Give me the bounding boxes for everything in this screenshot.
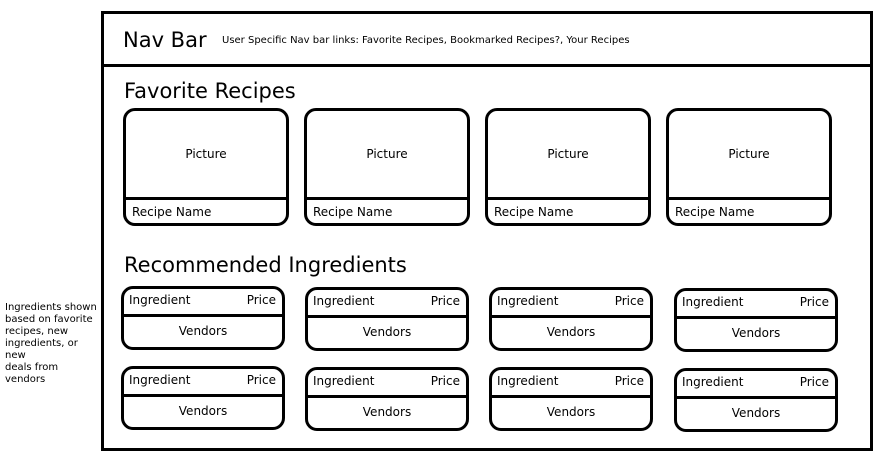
recipe-picture-label: Picture	[728, 147, 770, 161]
ingredient-vendors: Vendors	[731, 326, 781, 340]
ingredient-price: Price	[430, 374, 460, 388]
favorite-recipes-title: Favorite Recipes	[124, 79, 296, 103]
nav-bar: Nav Bar User Specific Nav bar links: Fav…	[104, 14, 870, 67]
ingredient-header: Ingredient Price	[677, 291, 835, 319]
ingredient-vendors: Vendors	[731, 406, 781, 420]
ingredient-price: Price	[246, 373, 276, 387]
recipe-name: Recipe Name	[494, 205, 574, 219]
recipe-card[interactable]: Picture Recipe Name	[666, 108, 832, 226]
ingredient-header: Ingredient Price	[308, 290, 466, 318]
ingredient-card[interactable]: Ingredient Price Vendors	[674, 368, 838, 432]
nav-bar-links-note: User Specific Nav bar links: Favorite Re…	[222, 35, 630, 46]
recipe-name: Recipe Name	[313, 205, 393, 219]
recipe-card[interactable]: Picture Recipe Name	[304, 108, 470, 226]
ingredient-vendors: Vendors	[178, 404, 228, 418]
ingredient-card[interactable]: Ingredient Price Vendors	[305, 367, 469, 431]
ingredient-name: Ingredient	[313, 374, 375, 388]
ingredient-header: Ingredient Price	[492, 290, 650, 318]
ingredient-card[interactable]: Ingredient Price Vendors	[121, 366, 285, 430]
ingredient-name: Ingredient	[129, 373, 191, 387]
ingredient-price: Price	[430, 294, 460, 308]
ingredient-price: Price	[799, 375, 829, 389]
ingredient-card[interactable]: Ingredient Price Vendors	[489, 367, 653, 431]
nav-bar-title: Nav Bar	[123, 28, 207, 52]
ingredient-price: Price	[799, 295, 829, 309]
ingredient-name: Ingredient	[313, 294, 375, 308]
ingredient-header: Ingredient Price	[492, 370, 650, 398]
recipe-picture-label: Picture	[185, 147, 227, 161]
recipe-picture: Picture	[669, 111, 829, 200]
ingredient-vendors: Vendors	[178, 324, 228, 338]
ingredient-vendors: Vendors	[362, 325, 412, 339]
ingredient-price: Price	[246, 293, 276, 307]
ingredient-price: Price	[614, 374, 644, 388]
ingredient-name: Ingredient	[497, 374, 559, 388]
ingredient-name: Ingredient	[682, 295, 744, 309]
ingredient-card[interactable]: Ingredient Price Vendors	[674, 288, 838, 352]
ingredient-header: Ingredient Price	[308, 370, 466, 398]
recommended-ingredients-title: Recommended Ingredients	[124, 253, 407, 277]
ingredient-vendors: Vendors	[362, 405, 412, 419]
page-wireframe: Nav Bar User Specific Nav bar links: Fav…	[101, 11, 873, 451]
recipe-name: Recipe Name	[132, 205, 212, 219]
recipe-card[interactable]: Picture Recipe Name	[123, 108, 289, 226]
ingredient-name: Ingredient	[682, 375, 744, 389]
recipe-picture: Picture	[488, 111, 648, 200]
ingredient-header: Ingredient Price	[677, 371, 835, 399]
ingredient-price: Price	[614, 294, 644, 308]
recipe-card[interactable]: Picture Recipe Name	[485, 108, 651, 226]
ingredient-header: Ingredient Price	[124, 369, 282, 397]
recipe-name: Recipe Name	[675, 205, 755, 219]
recipe-picture-label: Picture	[366, 147, 408, 161]
ingredient-card[interactable]: Ingredient Price Vendors	[121, 286, 285, 350]
ingredient-card[interactable]: Ingredient Price Vendors	[305, 287, 469, 351]
ingredient-card[interactable]: Ingredient Price Vendors	[489, 287, 653, 351]
side-annotation: Ingredients shown based on favorite reci…	[5, 302, 97, 385]
recipe-picture: Picture	[126, 111, 286, 200]
ingredient-name: Ingredient	[497, 294, 559, 308]
ingredient-header: Ingredient Price	[124, 289, 282, 317]
ingredient-vendors: Vendors	[546, 325, 596, 339]
recipe-picture-label: Picture	[547, 147, 589, 161]
ingredient-vendors: Vendors	[546, 405, 596, 419]
ingredient-name: Ingredient	[129, 293, 191, 307]
recipe-picture: Picture	[307, 111, 467, 200]
